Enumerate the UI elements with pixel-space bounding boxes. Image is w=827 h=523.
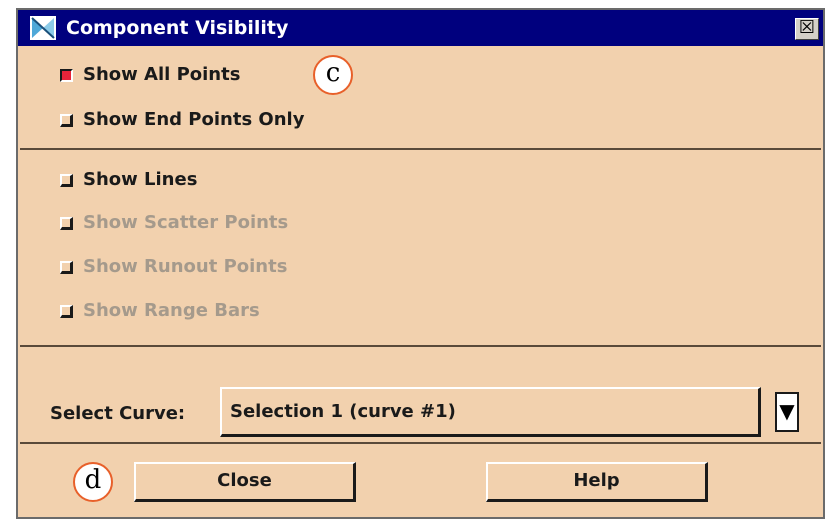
show-runout-points-option: Show Runout Points — [60, 253, 287, 281]
title-bar[interactable]: Component Visibility ☒ — [18, 10, 823, 46]
close-icon: ☒ — [798, 17, 816, 38]
close-button[interactable]: Close — [134, 462, 356, 502]
show-scatter-points-option: Show Scatter Points — [60, 209, 288, 237]
window-title: Component Visibility — [66, 17, 289, 39]
show-lines-label: Show Lines — [83, 169, 198, 190]
show-all-points-checkbox[interactable] — [60, 68, 73, 82]
show-end-points-only-label: Show End Points Only — [83, 109, 305, 130]
show-lines-checkbox[interactable] — [60, 173, 73, 187]
show-end-points-only-option[interactable]: Show End Points Only — [60, 106, 304, 134]
help-button[interactable]: Help — [486, 462, 708, 502]
show-lines-option[interactable]: Show Lines — [60, 166, 197, 194]
dialog-app-icon — [30, 16, 56, 40]
callout-c: c — [313, 55, 353, 95]
show-runout-points-label: Show Runout Points — [83, 256, 288, 277]
close-window-button[interactable]: ☒ — [795, 18, 819, 40]
dropdown-arrow-button[interactable]: ▼ — [775, 392, 799, 432]
show-runout-points-checkbox — [60, 260, 73, 274]
show-range-bars-checkbox — [60, 304, 73, 318]
component-visibility-dialog: Component Visibility ☒ Show All Points S… — [16, 8, 825, 519]
show-all-points-label: Show All Points — [83, 64, 241, 85]
chevron-down-icon: ▼ — [779, 399, 795, 423]
show-range-bars-option: Show Range Bars — [60, 297, 260, 325]
show-scatter-points-label: Show Scatter Points — [83, 212, 289, 233]
separator — [20, 442, 821, 444]
show-range-bars-label: Show Range Bars — [83, 300, 260, 321]
select-curve-dropdown[interactable]: Selection 1 (curve #1) — [220, 387, 761, 437]
show-all-points-option[interactable]: Show All Points — [60, 61, 240, 89]
separator — [20, 148, 821, 150]
show-scatter-points-checkbox — [60, 216, 73, 230]
separator — [20, 345, 821, 347]
show-end-points-only-checkbox[interactable] — [60, 113, 73, 127]
select-curve-label: Select Curve: — [50, 403, 186, 424]
selected-curve-value: Selection 1 (curve #1) — [230, 401, 456, 422]
callout-d: d — [73, 462, 113, 502]
